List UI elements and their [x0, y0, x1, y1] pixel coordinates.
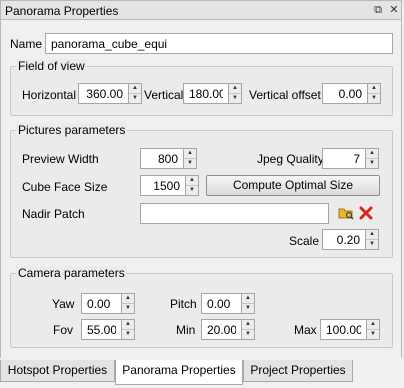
vertical-spin-arrows[interactable]: ▲ ▼	[228, 83, 242, 104]
horizontal-spinbox[interactable]: ▲ ▼	[78, 83, 142, 104]
camera-parameters-title: Camera parameters	[16, 266, 127, 280]
spin-up-icon[interactable]: ▲	[367, 320, 379, 330]
cube-face-size-spinbox[interactable]: ▲ ▼	[140, 175, 199, 196]
horizontal-spin-arrows[interactable]: ▲ ▼	[128, 83, 142, 104]
spin-up-icon[interactable]: ▲	[229, 84, 241, 94]
jpeg-quality-label: Jpeg Quality	[257, 152, 324, 166]
fov-spinbox[interactable]: ▲ ▼	[81, 319, 135, 340]
pitch-input[interactable]	[201, 293, 242, 314]
compute-optimal-size-button[interactable]: Compute Optimal Size	[206, 175, 380, 196]
spin-down-icon[interactable]: ▼	[184, 159, 196, 168]
spin-up-icon[interactable]: ▲	[184, 149, 196, 159]
spin-down-icon[interactable]: ▼	[129, 94, 141, 103]
cube-face-size-label: Cube Face Size	[22, 180, 108, 194]
spin-up-icon[interactable]: ▲	[129, 84, 141, 94]
scale-input[interactable]	[322, 229, 366, 250]
spin-up-icon[interactable]: ▲	[242, 294, 254, 304]
horizontal-label: Horizontal	[22, 88, 77, 102]
horizontal-input[interactable]	[78, 83, 129, 104]
name-input[interactable]	[45, 33, 393, 54]
pictures-parameters-title: Pictures parameters	[16, 123, 128, 137]
float-icon[interactable]: ⧉	[371, 3, 385, 17]
spin-up-icon[interactable]: ▲	[122, 294, 134, 304]
pitch-spin-arrows[interactable]: ▲ ▼	[241, 293, 255, 314]
spin-up-icon[interactable]: ▲	[366, 230, 378, 240]
spin-down-icon[interactable]: ▼	[367, 330, 379, 339]
spin-down-icon[interactable]: ▼	[242, 330, 254, 339]
cube-face-size-spin-arrows[interactable]: ▲ ▼	[185, 175, 199, 196]
yaw-label: Yaw	[52, 297, 75, 311]
spin-down-icon[interactable]: ▼	[368, 94, 380, 103]
preview-width-spinbox[interactable]: ▲ ▼	[140, 148, 197, 169]
min-input[interactable]	[201, 319, 242, 340]
min-spinbox[interactable]: ▲ ▼	[201, 319, 255, 340]
dock-tab-bar: Hotspot Properties Panorama Properties P…	[0, 360, 404, 388]
scale-spinbox[interactable]: ▲ ▼	[322, 229, 379, 250]
spin-down-icon[interactable]: ▼	[242, 304, 254, 313]
preview-width-input[interactable]	[140, 148, 184, 169]
preview-width-spin-arrows[interactable]: ▲ ▼	[183, 148, 197, 169]
spin-down-icon[interactable]: ▼	[366, 240, 378, 249]
vertical-input[interactable]	[183, 83, 229, 104]
max-spin-arrows[interactable]: ▲ ▼	[366, 319, 380, 340]
vertical-offset-spinbox[interactable]: ▲ ▼	[322, 83, 381, 104]
dock-title-bar[interactable]: Panorama Properties ⧉ ✕	[0, 0, 402, 20]
yaw-spinbox[interactable]: ▲ ▼	[81, 293, 135, 314]
name-label: Name	[10, 37, 43, 51]
spin-down-icon[interactable]: ▼	[366, 159, 378, 168]
vertical-label: Vertical	[144, 88, 184, 102]
spin-down-icon[interactable]: ▼	[186, 186, 198, 195]
spin-up-icon[interactable]: ▲	[186, 176, 198, 186]
spin-down-icon[interactable]: ▼	[122, 304, 134, 313]
fov-label: Fov	[53, 323, 74, 337]
spin-up-icon[interactable]: ▲	[122, 320, 134, 330]
cube-face-size-input[interactable]	[140, 175, 186, 196]
tab-hotspot-properties[interactable]: Hotspot Properties	[0, 360, 115, 382]
vertical-offset-label: Vertical offset	[249, 88, 321, 102]
vertical-offset-spin-arrows[interactable]: ▲ ▼	[367, 83, 381, 104]
max-label: Max	[294, 323, 317, 337]
close-icon[interactable]: ✕	[387, 3, 401, 17]
scale-spin-arrows[interactable]: ▲ ▼	[365, 229, 379, 250]
spin-down-icon[interactable]: ▼	[229, 94, 241, 103]
yaw-spin-arrows[interactable]: ▲ ▼	[121, 293, 135, 314]
nadir-patch-label: Nadir Patch	[22, 207, 85, 221]
fov-input[interactable]	[81, 319, 122, 340]
delete-icon[interactable]	[358, 205, 374, 221]
yaw-input[interactable]	[81, 293, 122, 314]
spin-down-icon[interactable]: ▼	[122, 330, 134, 339]
vertical-offset-input[interactable]	[322, 83, 368, 104]
min-spin-arrows[interactable]: ▲ ▼	[241, 319, 255, 340]
max-input[interactable]	[320, 319, 367, 340]
tab-panorama-properties[interactable]: Panorama Properties	[115, 360, 243, 385]
min-label: Min	[176, 323, 196, 337]
jpeg-quality-spin-arrows[interactable]: ▲ ▼	[365, 148, 379, 169]
field-of-view-title: Field of view	[16, 59, 87, 73]
preview-width-label: Preview Width	[22, 152, 99, 166]
tab-project-properties[interactable]: Project Properties	[243, 360, 353, 382]
pitch-spinbox[interactable]: ▲ ▼	[201, 293, 255, 314]
jpeg-quality-input[interactable]	[322, 148, 366, 169]
jpeg-quality-spinbox[interactable]: ▲ ▼	[322, 148, 379, 169]
fov-spin-arrows[interactable]: ▲ ▼	[121, 319, 135, 340]
max-spinbox[interactable]: ▲ ▼	[320, 319, 380, 340]
spin-up-icon[interactable]: ▲	[366, 149, 378, 159]
spin-up-icon[interactable]: ▲	[368, 84, 380, 94]
nadir-patch-input[interactable]	[140, 203, 329, 224]
pitch-label: Pitch	[170, 297, 197, 311]
scale-label: Scale	[289, 234, 320, 248]
spin-up-icon[interactable]: ▲	[242, 320, 254, 330]
window-title: Panorama Properties	[5, 4, 119, 18]
browse-folder-icon[interactable]	[338, 205, 354, 221]
vertical-spinbox[interactable]: ▲ ▼	[183, 83, 242, 104]
